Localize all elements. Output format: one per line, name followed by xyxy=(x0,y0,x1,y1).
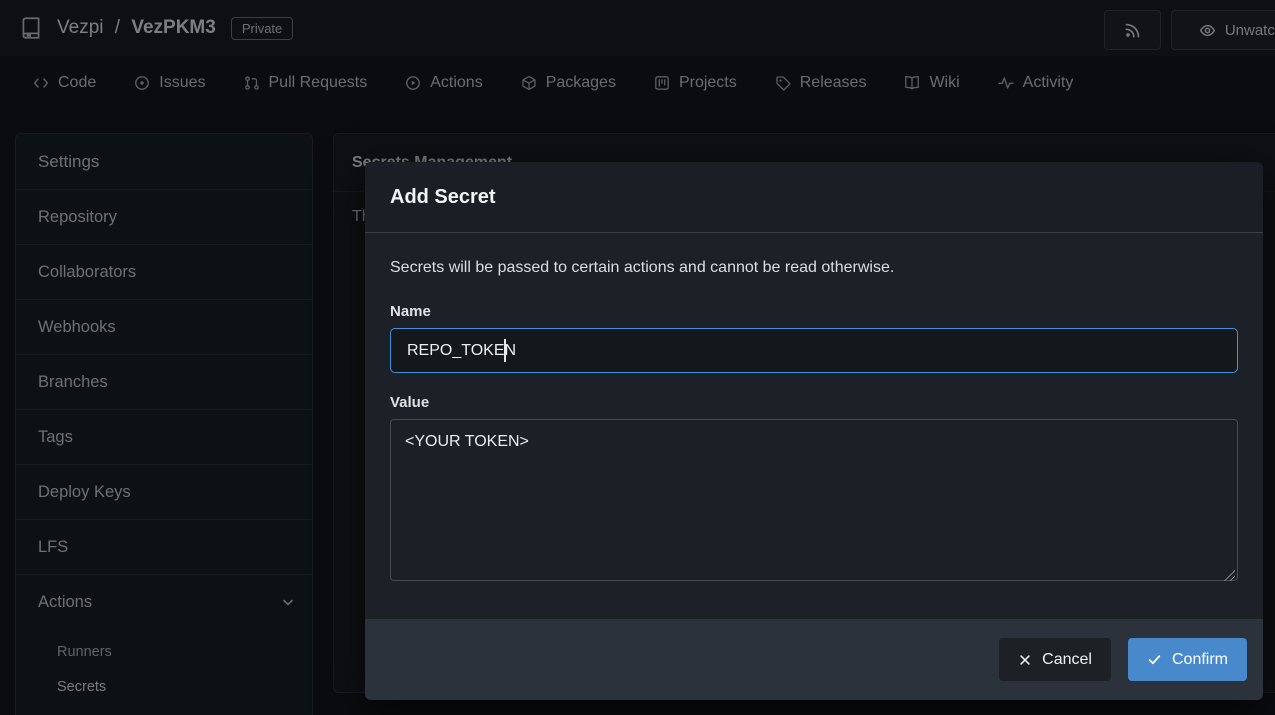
modal-title: Add Secret xyxy=(365,162,1263,233)
cancel-label: Cancel xyxy=(1042,651,1092,669)
modal-footer: Cancel Confirm xyxy=(365,619,1263,700)
value-field-wrap: <YOUR TOKEN> xyxy=(390,419,1238,586)
cancel-button[interactable]: Cancel xyxy=(999,638,1111,681)
confirm-label: Confirm xyxy=(1172,651,1228,669)
x-icon xyxy=(1018,653,1032,667)
name-field-label: Name xyxy=(390,303,1238,320)
add-secret-modal: Add Secret Secrets will be passed to cer… xyxy=(365,162,1263,700)
check-icon xyxy=(1147,652,1162,667)
secret-name-input[interactable] xyxy=(390,328,1238,373)
value-field: Value <YOUR TOKEN> xyxy=(390,394,1238,586)
name-field xyxy=(390,328,1238,373)
modal-body: Secrets will be passed to certain action… xyxy=(365,233,1263,586)
modal-description: Secrets will be passed to certain action… xyxy=(390,259,1238,277)
text-cursor xyxy=(504,339,506,362)
repo-settings-page: Vezpi / VezPKM3 Private Unwatch Code Iss… xyxy=(0,0,1275,715)
confirm-button[interactable]: Confirm xyxy=(1128,638,1247,681)
value-field-label: Value xyxy=(390,394,1238,411)
secret-value-textarea[interactable]: <YOUR TOKEN> xyxy=(390,419,1238,581)
